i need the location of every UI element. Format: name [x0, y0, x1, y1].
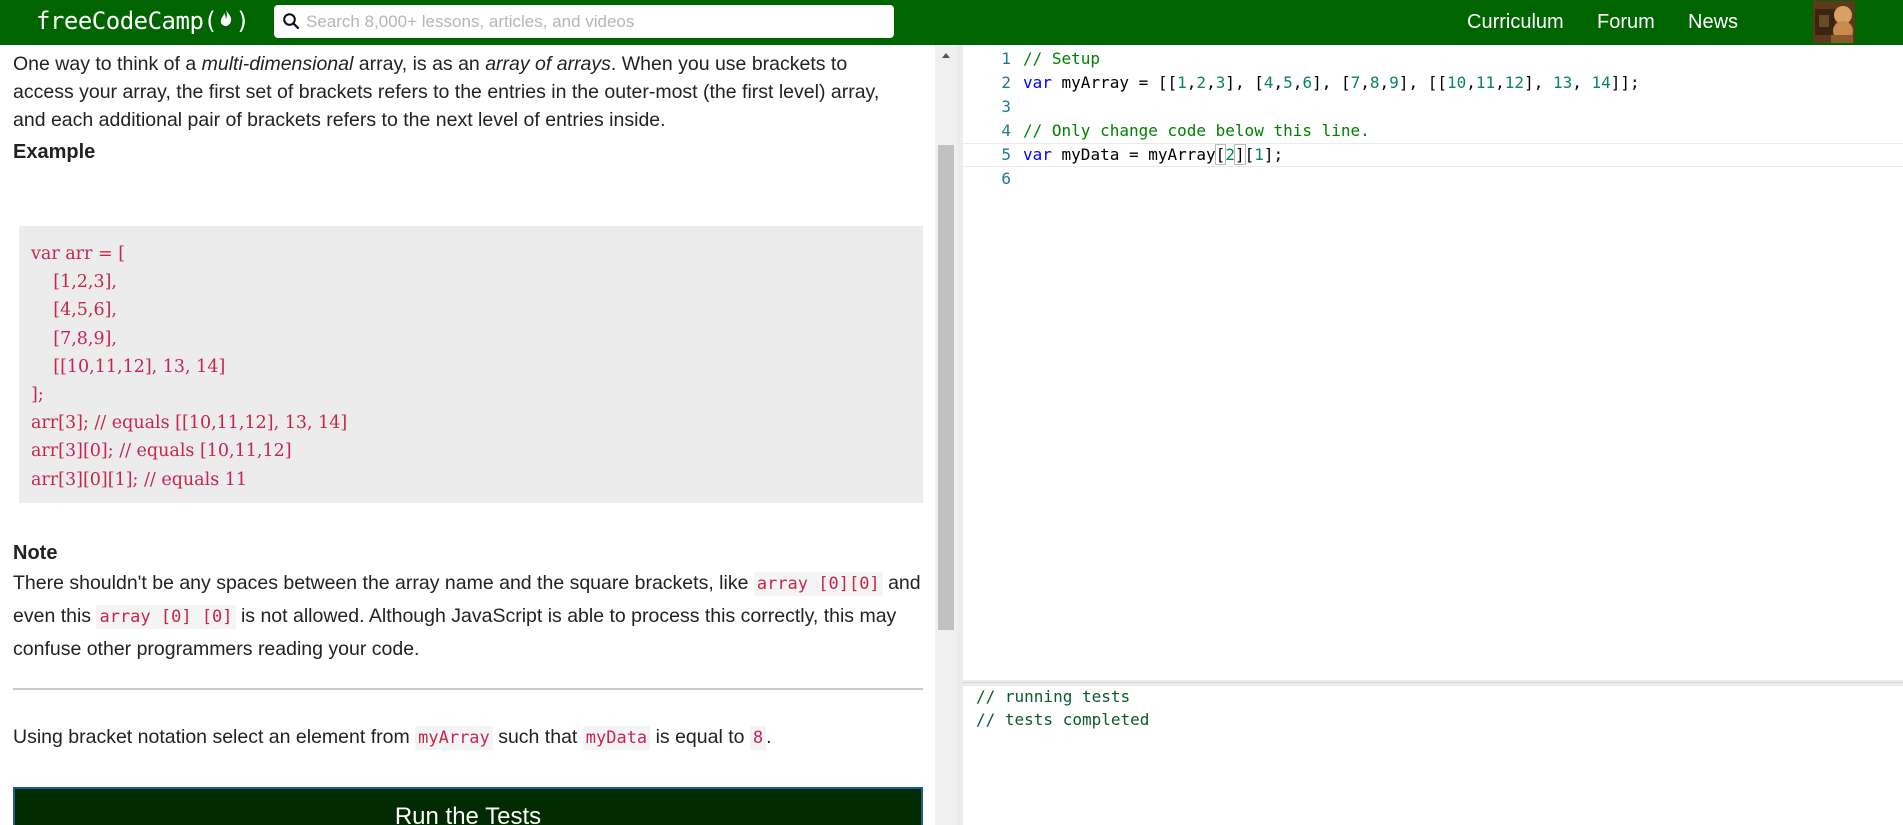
line-code[interactable]: var myData = myArray[2][1]; [1023, 144, 1283, 166]
instructions-paragraph: Using bracket notation select an element… [13, 721, 923, 754]
example-code-block: var arr = [ [1,2,3], [4,5,6], [7,8,9], [… [19, 226, 923, 503]
note-text: There shouldn't be any spaces between th… [13, 572, 754, 594]
output-line: // tests completed [976, 710, 1150, 729]
brand-text: freeCodeCamp( [36, 7, 218, 35]
intro-paragraph: One way to think of a multi-dimensional … [13, 50, 913, 134]
inline-code: myData [582, 726, 651, 750]
intro-emphasis: multi-dimensional [201, 53, 354, 75]
nav-link-forum[interactable]: Forum [1597, 10, 1655, 34]
instruction-text: . [766, 726, 772, 748]
line-number: 4 [1001, 121, 1011, 140]
section-divider [13, 688, 923, 690]
description-scrollbar[interactable] [935, 45, 957, 825]
line-code[interactable]: // Only change code below this line. [1023, 119, 1370, 143]
editor-line[interactable]: 1 // Setup [963, 47, 1903, 71]
intro-emphasis: array of arrays [485, 53, 611, 75]
run-tests-button[interactable]: Run the Tests [13, 787, 923, 825]
line-number: 2 [1001, 73, 1011, 92]
intro-text: array, is as an [353, 53, 486, 75]
inline-code: 8 [749, 726, 767, 750]
editor-line[interactable]: 4 // Only change code below this line. [963, 119, 1903, 143]
example-heading: Example [13, 141, 96, 163]
code-comment: // Setup [1023, 49, 1101, 68]
flame-icon [219, 7, 233, 37]
editor-line[interactable]: 2 var myArray = [[1,2,3], [4,5,6], [7,8,9… [963, 71, 1903, 95]
inline-code: array [0] [0] [96, 605, 236, 629]
brand-close: ) [235, 7, 250, 35]
note-paragraph: There shouldn't be any spaces between th… [13, 567, 923, 665]
code-editor[interactable]: 1 // Setup 2 var myArray = [[1,2,3], [4,5,… [963, 45, 1903, 680]
nav-link-curriculum[interactable]: Curriculum [1467, 10, 1564, 34]
scroll-up-arrow-icon[interactable] [942, 53, 950, 58]
search-icon [283, 13, 300, 30]
scrollbar-thumb[interactable] [938, 145, 954, 630]
inline-code: myArray [415, 726, 493, 750]
note-heading: Note [13, 542, 58, 564]
output-line: // running tests [976, 687, 1131, 706]
freecodecamp-logo[interactable]: freeCodeCamp() [36, 6, 250, 37]
example-code: var arr = [ [1,2,3], [4,5,6], [7,8,9], [… [31, 244, 348, 490]
search-box[interactable] [274, 5, 894, 38]
line-code[interactable]: var myArray = [[1,2,3], [4,5,6], [7,8,9]… [1023, 71, 1640, 95]
editor-line[interactable]: 6 [963, 167, 1903, 191]
test-output-console: // running tests // tests completed [963, 686, 1903, 825]
inline-code: array [0][0] [753, 572, 883, 596]
instruction-text: Using bracket notation select an element… [13, 726, 416, 748]
line-number: 1 [1001, 49, 1011, 68]
instruction-text: such that [492, 726, 583, 748]
line-number: 3 [1001, 97, 1011, 116]
line-number: 6 [1001, 169, 1011, 188]
intro-text: One way to think of a [13, 53, 202, 75]
line-number: 5 [1001, 145, 1011, 164]
editor-line[interactable]: 3 [963, 95, 1903, 119]
top-navbar: freeCodeCamp() Curriculum Forum News [0, 0, 1903, 45]
search-input[interactable] [304, 8, 888, 36]
instruction-text: is equal to [650, 726, 750, 748]
challenge-description-panel: One way to think of a multi-dimensional … [0, 45, 935, 825]
editor-line-active[interactable]: 5 var myData = myArray[2][1]; [963, 143, 1903, 167]
user-avatar[interactable] [1813, 1, 1855, 43]
code-comment: // Only change code below this line. [1023, 121, 1370, 140]
nav-link-news[interactable]: News [1688, 10, 1738, 34]
line-code[interactable]: // Setup [1023, 47, 1100, 71]
